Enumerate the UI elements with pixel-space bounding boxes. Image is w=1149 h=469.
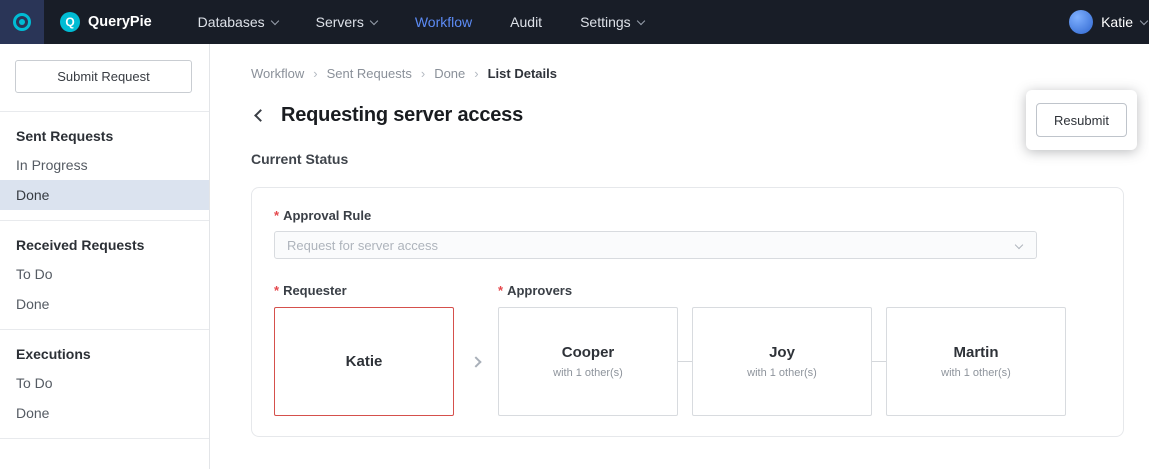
sidebar-section-received-requests: Received Requests — [16, 237, 145, 253]
approval-rule-select[interactable]: Request for server access — [274, 231, 1037, 259]
target-ring-icon — [13, 13, 31, 31]
field-label-text: Requester — [283, 283, 347, 298]
approvers-label: * Approvers — [498, 283, 572, 298]
field-label-text: Approvers — [507, 283, 573, 298]
labels-row: * Requester * Approvers — [274, 283, 1101, 298]
chevron-down-icon — [369, 16, 379, 25]
select-placeholder: Request for server access — [287, 237, 439, 253]
approver-name: Joy — [769, 344, 795, 361]
querypie-brand-icon: Q — [60, 12, 80, 32]
chevron-down-icon — [1014, 240, 1024, 250]
sidebar-section-sent-requests: Sent Requests — [16, 128, 114, 144]
breadcrumb-separator-icon: › — [420, 66, 426, 81]
resubmit-highlight: Resubmit — [1026, 90, 1137, 150]
app-window: Q QueryPie Databases Servers Workflow Au… — [0, 0, 1149, 469]
sidebar-item-in-progress[interactable]: In Progress — [0, 150, 209, 180]
nav-label: Servers — [315, 14, 364, 30]
sidebar: Submit Request Sent Requests In Progress… — [0, 44, 210, 469]
nav-settings[interactable]: Settings — [580, 14, 645, 30]
flow-connector — [872, 361, 886, 362]
top-navbar: Q QueryPie Databases Servers Workflow Au… — [0, 0, 1149, 44]
requester-box: Katie — [274, 307, 454, 416]
user-name: Katie — [1101, 14, 1133, 30]
approver-subtitle: with 1 other(s) — [941, 367, 1011, 379]
nav-databases[interactable]: Databases — [197, 14, 279, 30]
main-content: Workflow › Sent Requests › Done › List D… — [211, 44, 1149, 469]
approval-flow: Katie Cooper with 1 other(s) Joy with 1 … — [274, 307, 1101, 416]
divider — [0, 111, 209, 112]
sidebar-item-executions-done[interactable]: Done — [0, 398, 209, 428]
approver-box: Martin with 1 other(s) — [886, 307, 1066, 416]
approver-name: Cooper — [561, 344, 615, 361]
field-label-text: Approval Rule — [283, 208, 372, 223]
back-button[interactable] — [251, 103, 269, 127]
sidebar-item-executions-todo[interactable]: To Do — [0, 368, 209, 398]
title-row: Requesting server access — [251, 103, 1149, 127]
required-marker: * — [498, 283, 504, 298]
approver-subtitle: with 1 other(s) — [553, 367, 623, 379]
divider — [0, 329, 209, 330]
sidebar-item-received-todo[interactable]: To Do — [0, 259, 209, 289]
nav-label: Databases — [197, 14, 265, 30]
querypie-logo-icon[interactable] — [0, 0, 44, 44]
nav-audit[interactable]: Audit — [510, 14, 542, 30]
submit-request-button[interactable]: Submit Request — [15, 60, 192, 93]
brand-home-link[interactable]: Q QueryPie — [60, 12, 152, 32]
required-marker: * — [274, 283, 280, 298]
required-marker: * — [274, 208, 280, 223]
nav-label: Settings — [580, 14, 631, 30]
nav-workflow[interactable]: Workflow — [415, 14, 472, 30]
current-status-label: Current Status — [251, 151, 349, 167]
requester-label: * Requester — [274, 283, 498, 298]
breadcrumb-current: List Details — [487, 66, 557, 81]
sidebar-item-received-done[interactable]: Done — [0, 289, 209, 319]
nav-servers[interactable]: Servers — [315, 14, 379, 30]
status-card: * Approval Rule Request for server acces… — [251, 187, 1124, 437]
approver-box: Cooper with 1 other(s) — [498, 307, 678, 416]
user-menu[interactable]: Katie — [1069, 10, 1149, 34]
breadcrumb-separator-icon: › — [474, 66, 479, 81]
flow-arrow — [454, 355, 498, 368]
breadcrumb-sent-requests[interactable]: Sent Requests — [327, 66, 412, 81]
chevron-left-icon — [253, 108, 267, 122]
page-title: Requesting server access — [281, 103, 524, 126]
resubmit-button[interactable]: Resubmit — [1036, 103, 1127, 137]
chevron-down-icon — [636, 16, 645, 25]
breadcrumb-workflow[interactable]: Workflow — [251, 66, 304, 81]
flow-connector — [678, 361, 692, 362]
divider — [0, 438, 209, 439]
approver-box: Joy with 1 other(s) — [692, 307, 872, 416]
nav-menu: Databases Servers Workflow Audit Setting… — [197, 14, 645, 30]
brand-name: QueryPie — [88, 14, 152, 30]
nav-label: Audit — [510, 14, 543, 30]
breadcrumb: Workflow › Sent Requests › Done › List D… — [251, 66, 1149, 81]
avatar — [1069, 10, 1094, 34]
approval-rule-label: * Approval Rule — [274, 208, 1101, 223]
sidebar-section-executions: Executions — [16, 346, 91, 362]
sidebar-item-sent-done[interactable]: Done — [0, 180, 209, 210]
approver-subtitle: with 1 other(s) — [747, 367, 817, 379]
chevron-down-icon — [1139, 16, 1149, 25]
approver-name: Martin — [953, 344, 999, 361]
requester-name: Katie — [345, 353, 383, 370]
breadcrumb-done[interactable]: Done — [434, 66, 465, 81]
breadcrumb-separator-icon: › — [313, 66, 318, 81]
chevron-down-icon — [270, 16, 279, 25]
chevron-right-icon — [470, 355, 482, 368]
divider — [0, 220, 209, 221]
nav-label: Workflow — [414, 14, 473, 30]
